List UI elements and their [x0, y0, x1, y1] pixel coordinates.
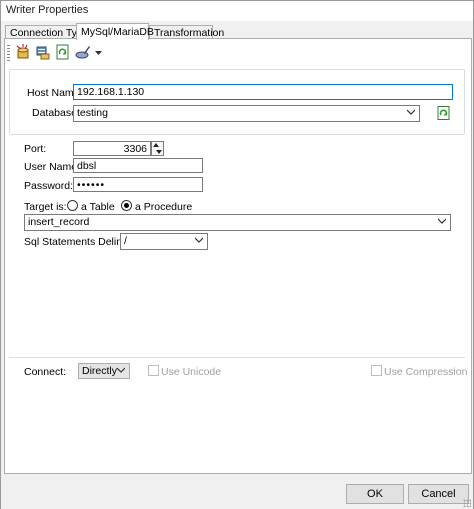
window-title: Writer Properties [6, 4, 89, 16]
ok-button[interactable]: OK [346, 484, 404, 504]
password-label: Password: [24, 180, 74, 192]
chevron-down-icon [117, 367, 125, 373]
connect-mode-select[interactable]: Directly [78, 363, 130, 379]
target-table-radio[interactable] [67, 200, 78, 211]
target-label: Target is: [24, 201, 67, 213]
host-name-input[interactable]: 192.168.1.130 [73, 84, 453, 100]
database-wizard-icon[interactable] [15, 44, 31, 60]
toolbar [7, 43, 107, 63]
dialog-button-bar: OK Cancel [1, 475, 473, 509]
connect-mode-value: Directly [82, 365, 118, 377]
edit-icon[interactable] [75, 44, 91, 60]
cancel-button[interactable]: Cancel [408, 484, 469, 504]
server-group [9, 69, 465, 135]
use-compression-label: Use Compression [384, 366, 468, 378]
target-procedure-label[interactable]: a Procedure [135, 201, 192, 213]
chevron-down-icon [407, 109, 415, 115]
use-unicode-label: Use Unicode [161, 366, 222, 378]
toolbar-dropdown-icon[interactable] [95, 51, 102, 56]
toolbar-grip[interactable] [7, 45, 10, 61]
user-name-label: User Name: [24, 161, 81, 173]
port-label: Port: [24, 143, 47, 155]
chevron-down-icon [438, 218, 446, 224]
tab-strip: Connection Type MySql/MariaDB Transforma… [5, 23, 471, 40]
title-bar[interactable]: Writer Properties [1, 1, 473, 21]
database-value: testing [77, 107, 108, 119]
target-procedure-radio[interactable] [121, 200, 132, 211]
connect-label: Connect: [24, 366, 67, 378]
delimiter-value: / [124, 235, 127, 247]
port-input[interactable]: 3306 [73, 141, 151, 156]
chevron-down-icon [195, 237, 203, 243]
resize-grip[interactable] [463, 499, 471, 507]
writer-properties-window: Writer Properties Connection Type MySql/… [0, 0, 474, 509]
target-table-label[interactable]: a Table [81, 201, 115, 213]
use-unicode-checkbox[interactable] [148, 365, 159, 376]
tab-mysql-mariadb[interactable]: MySql/MariaDB [76, 23, 154, 40]
database-select[interactable]: testing [73, 105, 420, 122]
target-object-select[interactable]: insert_record [24, 214, 451, 231]
delimiter-select[interactable]: / [120, 233, 208, 250]
server-icon[interactable] [35, 44, 51, 60]
refresh-databases-icon[interactable] [437, 106, 451, 120]
user-name-input[interactable]: dbsl [73, 158, 203, 173]
password-input[interactable]: •••••• [73, 177, 203, 192]
port-spinner[interactable] [151, 141, 164, 156]
use-compression-checkbox[interactable] [371, 365, 382, 376]
refresh-icon[interactable] [55, 44, 71, 60]
spinner-arrows-icon [153, 143, 162, 154]
target-object-value: insert_record [28, 216, 90, 228]
